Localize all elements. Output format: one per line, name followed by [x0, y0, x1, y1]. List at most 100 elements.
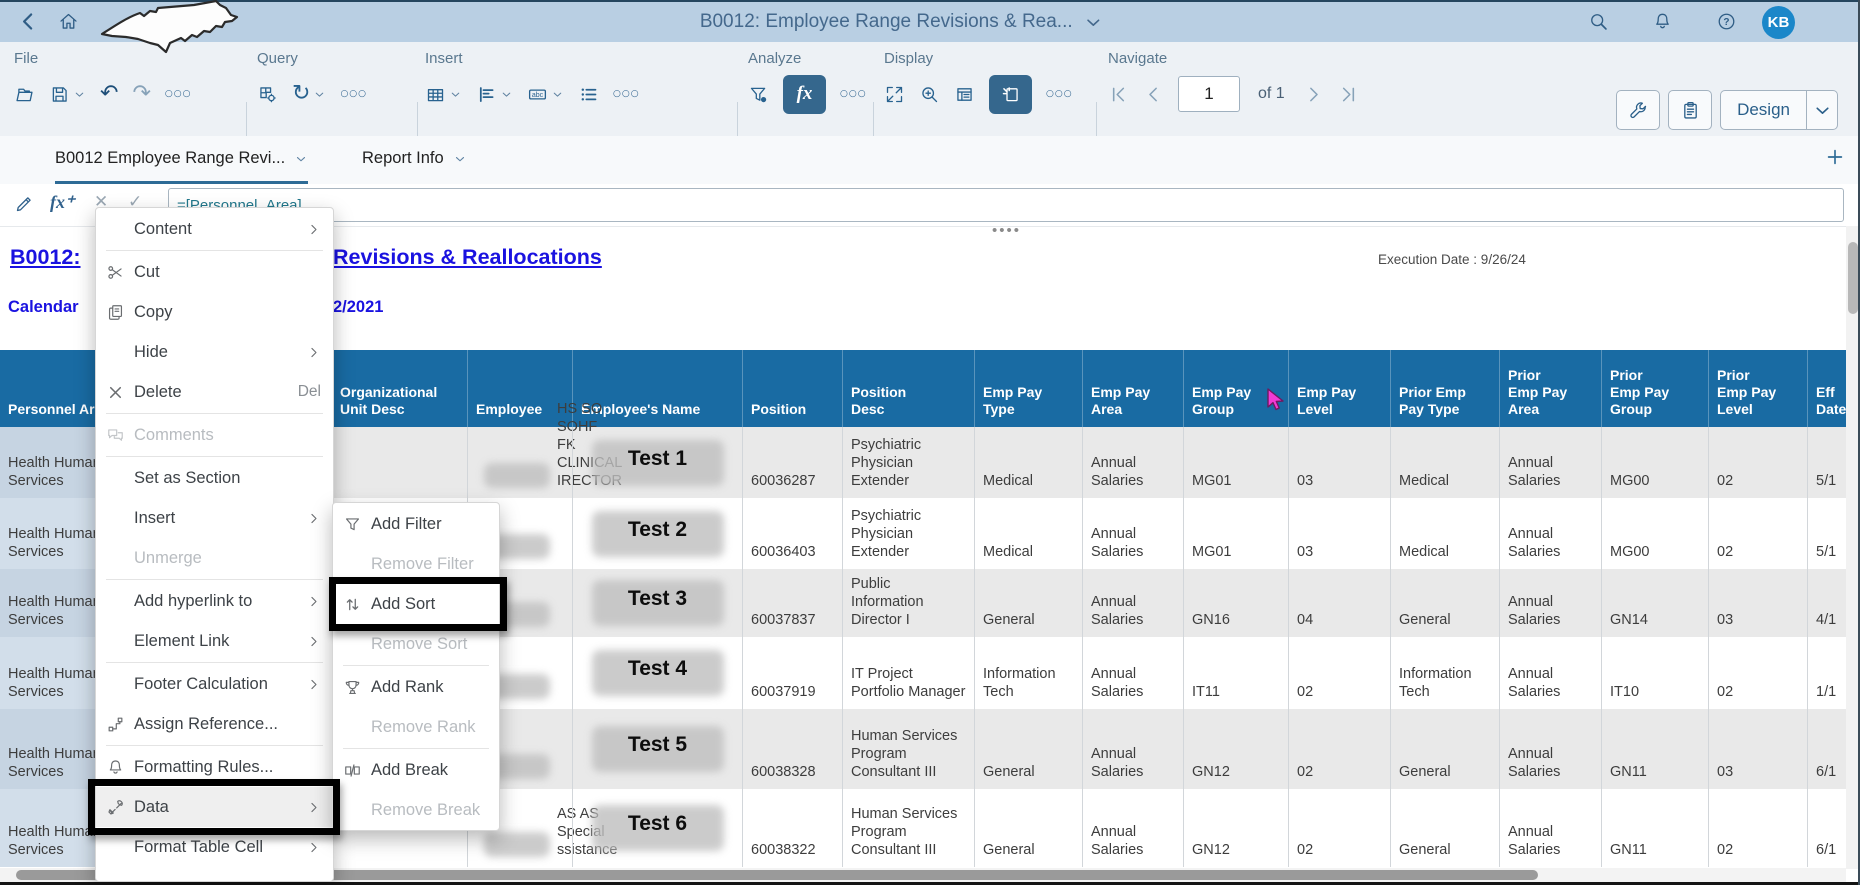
menu-item-footer-calculation[interactable]: Footer Calculation	[96, 664, 333, 704]
save-button[interactable]	[49, 75, 86, 113]
cell-prtype[interactable]: Information Tech	[1391, 637, 1500, 709]
cell-emp[interactable]	[468, 427, 573, 498]
menu-item-add-rank[interactable]: Add Rank	[333, 667, 499, 707]
menu-item-assign-reference[interactable]: Assign Reference...	[96, 704, 333, 744]
more-button[interactable]: ○○○	[840, 75, 867, 113]
chevron-down-icon[interactable]	[1083, 12, 1104, 33]
cell-plevel[interactable]: 03	[1289, 427, 1391, 498]
refresh-button[interactable]: ↻	[292, 75, 326, 113]
menu-item-add-hyperlink-to[interactable]: Add hyperlink to	[96, 581, 333, 621]
design-chevron-icon[interactable]	[1806, 90, 1838, 130]
cell-prlevel[interactable]: 03	[1709, 569, 1808, 637]
chevron-down-icon[interactable]	[453, 152, 467, 166]
vertical-scrollbar-thumb[interactable]	[1848, 242, 1858, 314]
back-icon[interactable]	[18, 11, 39, 32]
design-button[interactable]: Design	[1720, 90, 1806, 130]
cell-prtype[interactable]: General	[1391, 709, 1500, 789]
cell-prlevel[interactable]: 02	[1709, 637, 1808, 709]
cell-ptype[interactable]: Information Tech	[975, 637, 1083, 709]
nav-next-button[interactable]	[1303, 75, 1324, 113]
cell-pos[interactable]: 60038328	[743, 709, 843, 789]
cell-name[interactable]: Test 2	[573, 498, 743, 569]
page-number-input[interactable]	[1178, 76, 1240, 112]
cell-ptype[interactable]: Medical	[975, 427, 1083, 498]
column-header-parea[interactable]: Emp Pay Area	[1083, 350, 1184, 427]
wrench-button[interactable]	[1616, 90, 1660, 130]
cell-parea[interactable]: Annual Salaries	[1083, 709, 1184, 789]
help-icon[interactable]: ?	[1716, 11, 1737, 32]
folder-open-button[interactable]	[14, 75, 35, 113]
more-button[interactable]: ○○○	[613, 75, 640, 113]
menu-item-hide[interactable]: Hide	[96, 332, 333, 372]
cell-pgroup[interactable]: IT11	[1184, 637, 1289, 709]
nav-prev-button[interactable]	[1143, 75, 1164, 113]
cell-pdesc[interactable]: Human Services Program Consultant III	[843, 789, 975, 867]
table-button[interactable]	[425, 75, 462, 113]
cell-org[interactable]: HS SO SOHF FK CLINICAL IRECTOR	[332, 427, 468, 498]
column-header-prarea[interactable]: Prior Emp Pay Area	[1500, 350, 1602, 427]
more-button[interactable]: ○○○	[340, 75, 367, 113]
menu-item-set-as-section[interactable]: Set as Section	[96, 458, 333, 498]
cell-pdesc[interactable]: Public Information Director I	[843, 569, 975, 637]
cell-prarea[interactable]: Annual Salaries	[1500, 709, 1602, 789]
cell-plevel[interactable]: 04	[1289, 569, 1391, 637]
cell-plevel[interactable]: 03	[1289, 498, 1391, 569]
cell-pos[interactable]: 60036403	[743, 498, 843, 569]
cell-prlevel[interactable]: 02	[1709, 427, 1808, 498]
search-icon[interactable]	[1588, 11, 1609, 32]
more-button[interactable]: ○○○	[165, 75, 192, 113]
formula-input[interactable]	[168, 188, 1844, 222]
avatar[interactable]: KB	[1762, 6, 1795, 39]
cell-pdesc[interactable]: Human Services Program Consultant III	[843, 709, 975, 789]
abc-button[interactable]: abc	[527, 75, 564, 113]
cell-prtype[interactable]: Medical	[1391, 427, 1500, 498]
cell-parea[interactable]: Annual Salaries	[1083, 427, 1184, 498]
menu-item-add-filter[interactable]: Add Filter	[333, 504, 499, 544]
cell-pdesc[interactable]: Psychiatric Physician Extender	[843, 498, 975, 569]
add-report-tab-icon[interactable]	[1824, 146, 1846, 168]
cell-pos[interactable]: 60037919	[743, 637, 843, 709]
tab-report-b0012[interactable]: B0012 Employee Range Revi...	[55, 136, 308, 184]
cell-prlevel[interactable]: 03	[1709, 709, 1808, 789]
cell-prarea[interactable]: Annual Salaries	[1500, 427, 1602, 498]
cell-name[interactable]: Test 1	[573, 427, 743, 498]
cell-pgroup[interactable]: MG01	[1184, 427, 1289, 498]
clipboard-button[interactable]	[1668, 90, 1712, 130]
bullet-list-button[interactable]	[578, 75, 599, 113]
cell-pdesc[interactable]: Psychiatric Physician Extender	[843, 427, 975, 498]
cell-pdesc[interactable]: IT Project Portfolio Manager	[843, 637, 975, 709]
drag-handle-dots[interactable]: ••••	[992, 222, 1021, 239]
cell-prgroup[interactable]: GN11	[1602, 789, 1709, 867]
menu-item-add-break[interactable]: Add Break	[333, 750, 499, 790]
cell-pos[interactable]: 60036287	[743, 427, 843, 498]
cell-plevel[interactable]: 02	[1289, 789, 1391, 867]
cell-prarea[interactable]: Annual Salaries	[1500, 789, 1602, 867]
cell-pos[interactable]: 60037837	[743, 569, 843, 637]
cell-plevel[interactable]: 02	[1289, 637, 1391, 709]
menu-item-cut[interactable]: Cut	[96, 252, 333, 292]
page-layout-button[interactable]	[954, 75, 975, 113]
cell-prgroup[interactable]: IT10	[1602, 637, 1709, 709]
bar-chart-button[interactable]	[476, 75, 513, 113]
chevron-down-icon[interactable]	[294, 152, 308, 166]
cell-ptype[interactable]: General	[975, 789, 1083, 867]
redo-button[interactable]: ↷	[132, 75, 150, 113]
zoom-in-button[interactable]	[919, 75, 940, 113]
column-header-prlevel[interactable]: Prior Emp Pay Level	[1709, 350, 1808, 427]
menu-item-insert[interactable]: Insert	[96, 498, 333, 538]
cell-parea[interactable]: Annual Salaries	[1083, 789, 1184, 867]
cell-ptype[interactable]: General	[975, 709, 1083, 789]
column-header-ptype[interactable]: Emp Pay Type	[975, 350, 1083, 427]
expand-button[interactable]	[884, 75, 905, 113]
funnel-dot-button[interactable]	[748, 75, 769, 113]
cell-prarea[interactable]: Annual Salaries	[1500, 569, 1602, 637]
more-button[interactable]: ○○○	[1046, 75, 1073, 113]
menu-item-copy[interactable]: Copy	[96, 292, 333, 332]
cell-pgroup[interactable]: MG01	[1184, 498, 1289, 569]
cell-ptype[interactable]: General	[975, 569, 1083, 637]
cell-ptype[interactable]: Medical	[975, 498, 1083, 569]
undo-button[interactable]: ↶	[100, 75, 118, 113]
cell-prlevel[interactable]: 02	[1709, 789, 1808, 867]
cell-pgroup[interactable]: GN16	[1184, 569, 1289, 637]
create-variable-icon[interactable]: fx⁺	[50, 192, 75, 213]
